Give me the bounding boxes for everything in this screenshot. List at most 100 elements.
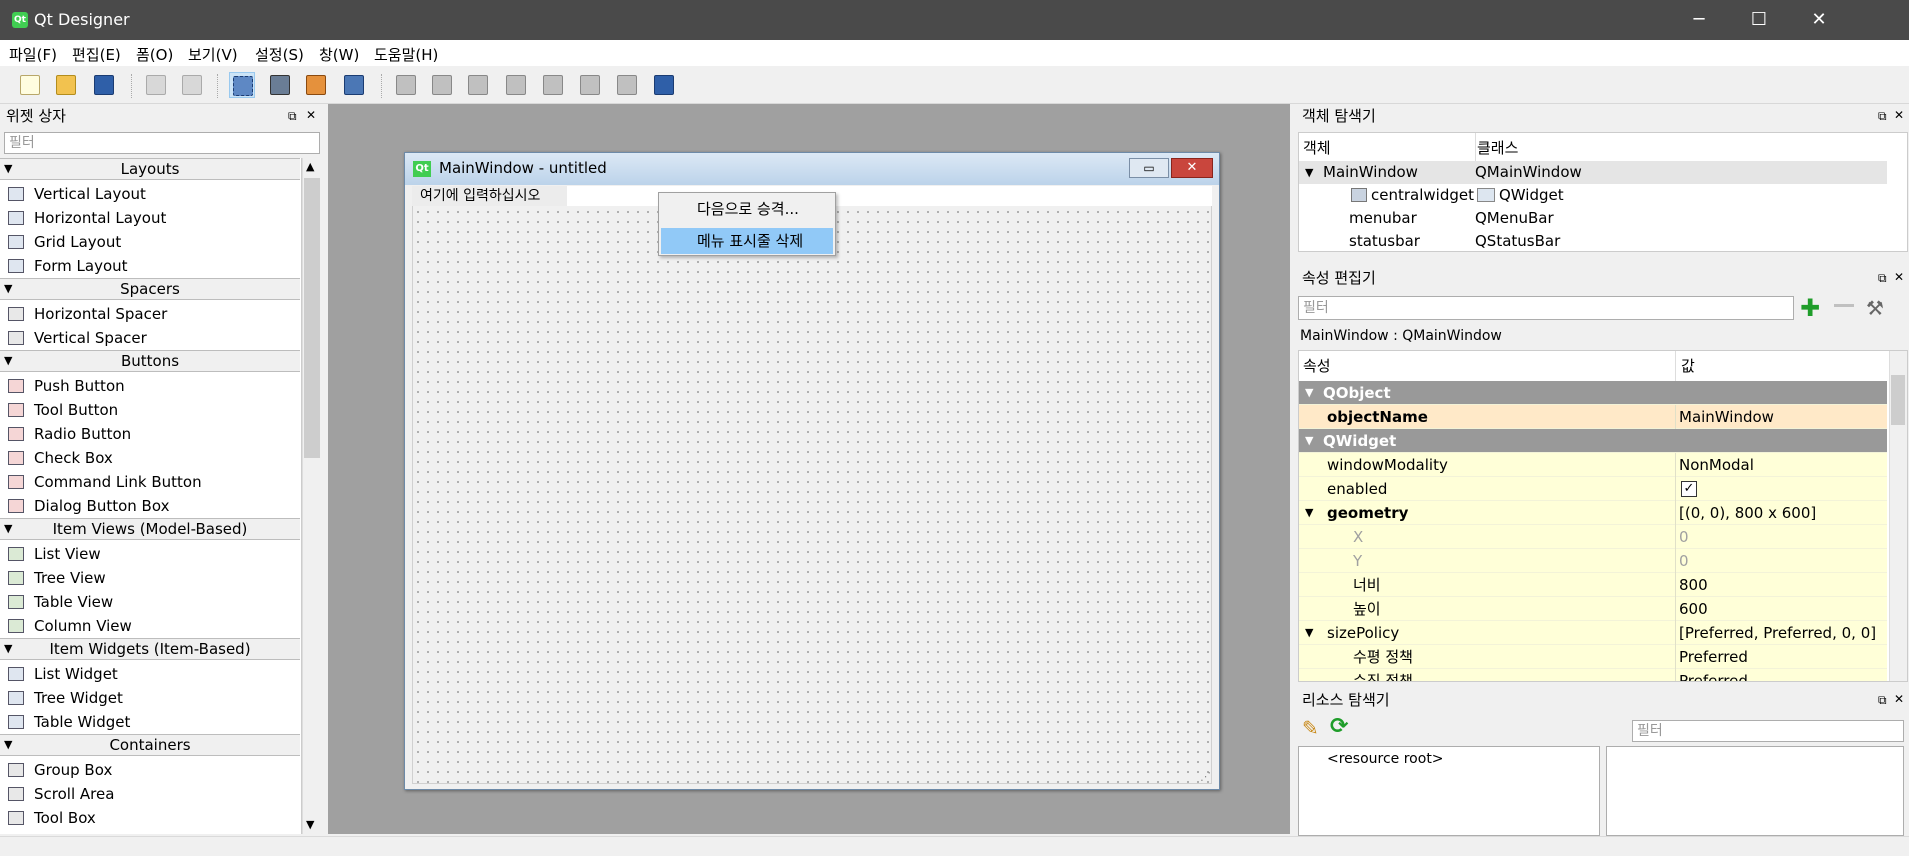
widget-item[interactable]: List View bbox=[0, 542, 300, 566]
chevron-down-icon[interactable]: ▼ bbox=[1305, 429, 1313, 453]
chevron-down-icon[interactable]: ▼ bbox=[4, 279, 12, 299]
dock-close-icon[interactable]: ✕ bbox=[1894, 692, 1904, 706]
chevron-down-icon[interactable]: ▼ bbox=[4, 639, 12, 659]
break-layout-icon[interactable] bbox=[614, 72, 640, 98]
widget-item[interactable]: Form Layout bbox=[0, 254, 300, 278]
widget-item[interactable]: Vertical Spacer bbox=[0, 326, 300, 350]
widget-category[interactable]: ▼ Layouts bbox=[0, 158, 300, 180]
widget-box-scroll-thumb[interactable] bbox=[304, 178, 320, 458]
property-value[interactable]: MainWindow bbox=[1679, 405, 1774, 429]
form-window-titlebar[interactable]: Qt MainWindow - untitled ▭ ✕ bbox=[405, 153, 1219, 185]
chevron-down-icon[interactable]: ▼ bbox=[1305, 501, 1313, 525]
lay-out-vertical-splitter-icon[interactable] bbox=[503, 72, 529, 98]
edit-signals-slots-icon[interactable] bbox=[267, 72, 293, 98]
widget-item[interactable]: Column View bbox=[0, 614, 300, 638]
property-filter-input[interactable]: 필터 bbox=[1298, 296, 1794, 320]
lay-out-grid-icon[interactable] bbox=[540, 72, 566, 98]
property-group-row[interactable]: ▼ QWidget bbox=[1299, 429, 1887, 453]
menu-window[interactable]: 창(W) bbox=[319, 44, 359, 65]
widget-item[interactable]: Horizontal Layout bbox=[0, 206, 300, 230]
property-row[interactable]: 높이 600 bbox=[1299, 597, 1887, 621]
new-file-icon[interactable] bbox=[17, 72, 43, 98]
lay-out-horizontally-icon[interactable] bbox=[393, 72, 419, 98]
widget-item[interactable]: Radio Button bbox=[0, 422, 300, 446]
dock-float-icon[interactable]: ⧉ bbox=[1878, 693, 1887, 708]
context-menu-promote[interactable]: 다음으로 승격... bbox=[661, 196, 833, 222]
property-value[interactable]: 600 bbox=[1679, 597, 1708, 621]
paste-icon[interactable] bbox=[179, 72, 205, 98]
form-minimize-icon[interactable]: ▭ bbox=[1129, 158, 1169, 178]
form-close-icon[interactable]: ✕ bbox=[1171, 158, 1213, 178]
property-row[interactable]: 수평 정책 Preferred bbox=[1299, 645, 1887, 669]
enabled-checkbox[interactable]: ✓ bbox=[1681, 481, 1697, 497]
property-group-row[interactable]: ▼ QObject bbox=[1299, 381, 1887, 405]
widget-category[interactable]: ▼ Item Views (Model-Based) bbox=[0, 518, 300, 540]
widget-item[interactable]: Tool Box bbox=[0, 806, 300, 830]
property-value[interactable]: [Preferred, Preferred, 0, 0] bbox=[1679, 621, 1876, 645]
context-menu-remove-menubar[interactable]: 메뉴 표시줄 삭제 bbox=[661, 228, 833, 254]
widget-item[interactable]: Vertical Layout bbox=[0, 182, 300, 206]
property-value[interactable]: [(0, 0), 800 x 600] bbox=[1679, 501, 1816, 525]
chevron-down-icon[interactable]: ▼ bbox=[1305, 381, 1313, 405]
dock-close-icon[interactable]: ✕ bbox=[306, 108, 316, 122]
widget-item[interactable]: Grid Layout bbox=[0, 230, 300, 254]
menu-settings[interactable]: 설정(S) bbox=[255, 44, 304, 65]
dock-close-icon[interactable]: ✕ bbox=[1894, 108, 1904, 122]
widget-item[interactable]: Command Link Button bbox=[0, 470, 300, 494]
resource-root-item[interactable]: <resource root> bbox=[1327, 751, 1444, 767]
property-row[interactable]: Y 0 bbox=[1299, 549, 1887, 573]
widget-item[interactable]: Scroll Area bbox=[0, 782, 300, 806]
copy-icon[interactable] bbox=[143, 72, 169, 98]
widget-item[interactable]: Dialog Button Box bbox=[0, 494, 300, 518]
widget-item[interactable]: List Widget bbox=[0, 662, 300, 686]
form-canvas[interactable] bbox=[412, 186, 1212, 784]
widget-item[interactable]: Push Button bbox=[0, 374, 300, 398]
property-value[interactable]: 0 bbox=[1679, 525, 1689, 549]
edit-tab-order-icon[interactable] bbox=[341, 72, 367, 98]
size-grip-icon[interactable]: ⋰ bbox=[1200, 770, 1211, 783]
widget-category[interactable]: ▼ Spacers bbox=[0, 278, 300, 300]
form-menu-placeholder[interactable]: 여기에 입력하십시오 bbox=[412, 186, 567, 206]
widget-item[interactable]: Horizontal Spacer bbox=[0, 302, 300, 326]
chevron-down-icon[interactable]: ▼ bbox=[1305, 621, 1313, 645]
property-row[interactable]: ▼ geometry [(0, 0), 800 x 600] bbox=[1299, 501, 1887, 525]
tree-row[interactable]: ▼ MainWindow QMainWindow bbox=[1299, 161, 1887, 184]
dock-float-icon[interactable]: ⧉ bbox=[1878, 271, 1887, 286]
lay-out-horizontal-splitter-icon[interactable] bbox=[465, 72, 491, 98]
widget-item[interactable]: Check Box bbox=[0, 446, 300, 470]
tree-row[interactable]: centralwidget QWidget bbox=[1299, 184, 1887, 207]
property-value[interactable]: Preferred bbox=[1679, 669, 1748, 681]
widget-category[interactable]: ▼ Containers bbox=[0, 734, 300, 756]
reload-icon[interactable]: ⟳ bbox=[1330, 714, 1348, 739]
widget-item[interactable]: Table Widget bbox=[0, 710, 300, 734]
widget-box-filter-input[interactable]: 필터 bbox=[4, 132, 320, 154]
open-file-icon[interactable] bbox=[53, 72, 79, 98]
chevron-down-icon[interactable]: ▼ bbox=[1305, 161, 1313, 184]
property-value[interactable]: Preferred bbox=[1679, 645, 1748, 669]
lay-out-form-icon[interactable] bbox=[577, 72, 603, 98]
property-row[interactable]: X 0 bbox=[1299, 525, 1887, 549]
add-property-icon[interactable]: ✚ bbox=[1800, 294, 1820, 322]
property-row[interactable]: windowModality NonModal bbox=[1299, 453, 1887, 477]
property-scroll-thumb[interactable] bbox=[1891, 375, 1905, 425]
menu-file[interactable]: 파일(F) bbox=[9, 44, 57, 65]
chevron-down-icon[interactable]: ▼ bbox=[4, 159, 12, 179]
resource-filter-input[interactable]: 필터 bbox=[1632, 720, 1904, 742]
save-icon[interactable] bbox=[91, 72, 117, 98]
chevron-down-icon[interactable]: ▼ bbox=[4, 735, 12, 755]
edit-resources-icon[interactable]: ✎ bbox=[1302, 716, 1319, 740]
minimize-icon[interactable]: ─ bbox=[1669, 0, 1729, 40]
widget-item[interactable]: Table View bbox=[0, 590, 300, 614]
chevron-down-icon[interactable]: ▼ bbox=[4, 351, 12, 371]
close-icon[interactable]: ✕ bbox=[1789, 0, 1849, 40]
wrench-icon[interactable]: ⚒ bbox=[1866, 296, 1884, 320]
property-row[interactable]: objectName MainWindow bbox=[1299, 405, 1887, 429]
widget-item[interactable]: Group Box bbox=[0, 758, 300, 782]
lay-out-vertically-icon[interactable] bbox=[429, 72, 455, 98]
widget-item[interactable]: Tab Widget bbox=[0, 830, 300, 834]
maximize-icon[interactable]: ☐ bbox=[1729, 0, 1789, 40]
dock-float-icon[interactable]: ⧉ bbox=[288, 109, 297, 124]
scroll-up-icon[interactable]: ▲ bbox=[306, 160, 314, 173]
property-row[interactable]: 너비 800 bbox=[1299, 573, 1887, 597]
tree-row[interactable]: menubar QMenuBar bbox=[1299, 207, 1887, 230]
